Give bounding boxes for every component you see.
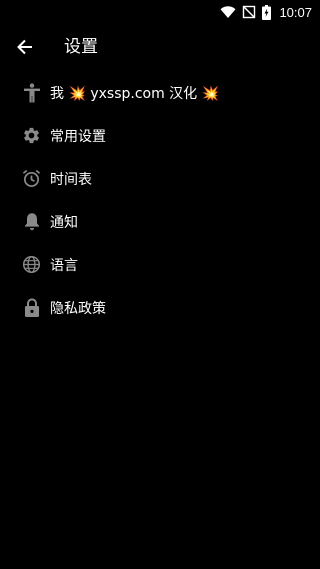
accessibility-person-icon xyxy=(21,82,42,103)
menu-item-me[interactable]: 我 💥 yxssp.com 汉化 💥 xyxy=(0,71,320,114)
menu-label-privacy-policy: 隐私政策 xyxy=(50,300,106,317)
back-button[interactable] xyxy=(12,34,38,60)
globe-icon xyxy=(21,254,42,275)
menu-label-me: 我 💥 yxssp.com 汉化 💥 xyxy=(50,85,220,102)
status-bar: 10:07 xyxy=(0,0,320,24)
menu-label-notifications: 通知 xyxy=(50,214,78,231)
wifi-icon xyxy=(220,5,236,19)
menu-item-general-settings[interactable]: 常用设置 xyxy=(0,114,320,157)
page-title: 设置 xyxy=(64,37,98,57)
battery-charging-icon xyxy=(262,4,272,20)
alarm-clock-icon xyxy=(21,168,42,189)
lock-icon xyxy=(21,297,42,318)
menu-item-schedule[interactable]: 时间表 xyxy=(0,157,320,200)
menu-label-general-settings: 常用设置 xyxy=(50,128,106,145)
menu-label-schedule: 时间表 xyxy=(50,171,92,188)
status-icons: 10:07 xyxy=(220,3,312,21)
menu-item-notifications[interactable]: 通知 xyxy=(0,200,320,243)
arrow-left-icon xyxy=(17,39,32,55)
settings-menu: 我 💥 yxssp.com 汉化 💥 常用设置 时间表 通知 语言 隐私政策 xyxy=(0,71,320,329)
app-bar: 设置 xyxy=(0,24,320,70)
menu-item-language[interactable]: 语言 xyxy=(0,243,320,286)
gear-icon xyxy=(21,125,42,146)
status-time: 10:07 xyxy=(279,4,312,20)
no-signal-icon xyxy=(242,5,256,19)
bell-icon xyxy=(21,211,42,232)
menu-label-language: 语言 xyxy=(50,257,78,274)
menu-item-privacy-policy[interactable]: 隐私政策 xyxy=(0,286,320,329)
